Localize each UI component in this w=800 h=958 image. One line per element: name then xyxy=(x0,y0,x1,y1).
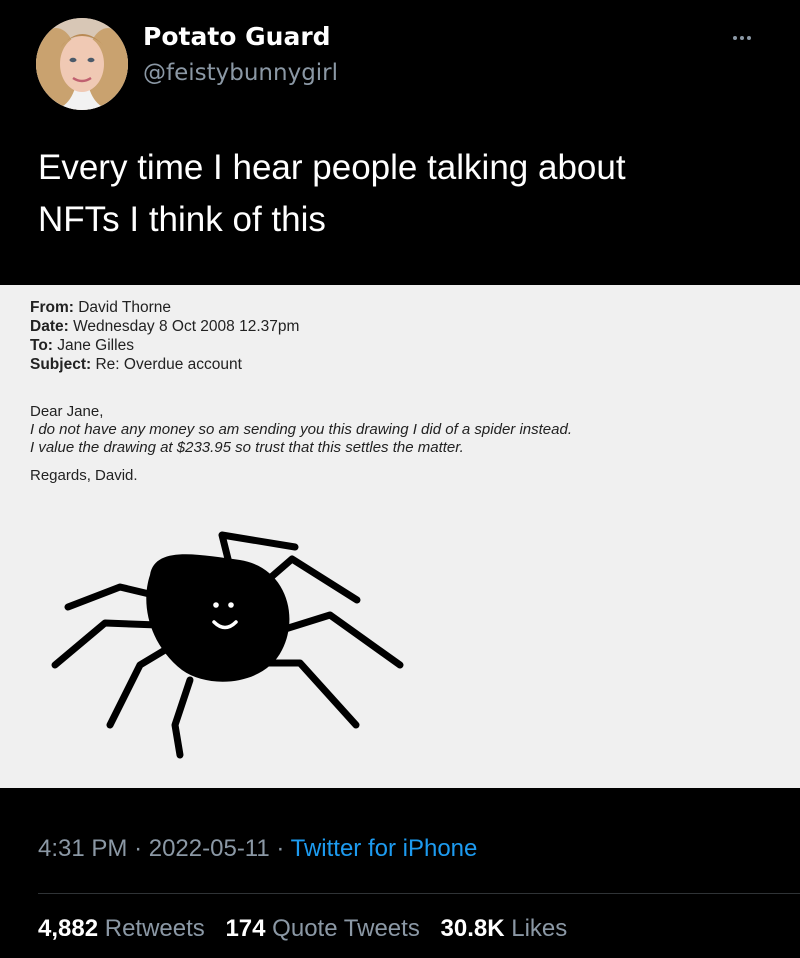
spider-eye xyxy=(228,602,234,608)
divider xyxy=(38,893,800,894)
quote-tweets-label: Quote Tweets xyxy=(272,915,420,942)
avatar[interactable] xyxy=(36,18,128,110)
avatar-image xyxy=(36,18,128,110)
dot xyxy=(747,36,751,40)
retweets-stat[interactable]: 4,882 Retweets xyxy=(38,915,211,942)
display-name[interactable]: Potato Guard xyxy=(143,22,331,51)
spider-leg xyxy=(171,676,194,759)
tweet-source-link[interactable]: Twitter for iPhone xyxy=(291,835,478,862)
quote-tweets-count: 174 xyxy=(225,915,266,942)
tweet-container: Potato Guard @feistybunnygirl Every time… xyxy=(0,0,800,958)
dot xyxy=(740,36,744,40)
tweet-text: Every time I hear people talking about N… xyxy=(38,142,768,246)
likes-count: 30.8K xyxy=(440,915,505,942)
tweet-date[interactable]: 2022-05-11 xyxy=(149,835,270,862)
quote-tweets-stat[interactable]: 174 Quote Tweets xyxy=(225,915,426,942)
tweet-text-line: NFTs I think of this xyxy=(38,200,326,239)
meta-separator: · xyxy=(134,835,143,862)
tweet-stats: 4,882 Retweets 174 Quote Tweets 30.8K Li… xyxy=(38,915,581,943)
spider-leg xyxy=(258,659,360,729)
spider-leg xyxy=(51,619,162,669)
tweet-time[interactable]: 4:31 PM xyxy=(38,835,127,862)
tweet-media-image[interactable]: From: David Thorne Date: Wednesday 8 Oct… xyxy=(0,285,800,788)
likes-label: Likes xyxy=(511,915,568,942)
spider-eye xyxy=(213,602,219,608)
more-dots-icon[interactable] xyxy=(724,28,760,48)
tweet-meta: 4:31 PM · 2022-05-11 · Twitter for iPhon… xyxy=(38,835,477,863)
likes-stat[interactable]: 30.8K Likes xyxy=(441,915,568,942)
tweet-text-line: Every time I hear people talking about xyxy=(38,148,626,187)
spider-drawing xyxy=(51,531,404,759)
dot xyxy=(733,36,737,40)
meta-separator: · xyxy=(276,835,285,862)
spider-leg xyxy=(106,643,174,729)
retweets-count: 4,882 xyxy=(38,915,99,942)
user-handle[interactable]: @feistybunnygirl xyxy=(143,60,338,86)
spider-body xyxy=(146,554,290,682)
spider-leg xyxy=(278,611,404,669)
retweets-label: Retweets xyxy=(104,915,205,942)
